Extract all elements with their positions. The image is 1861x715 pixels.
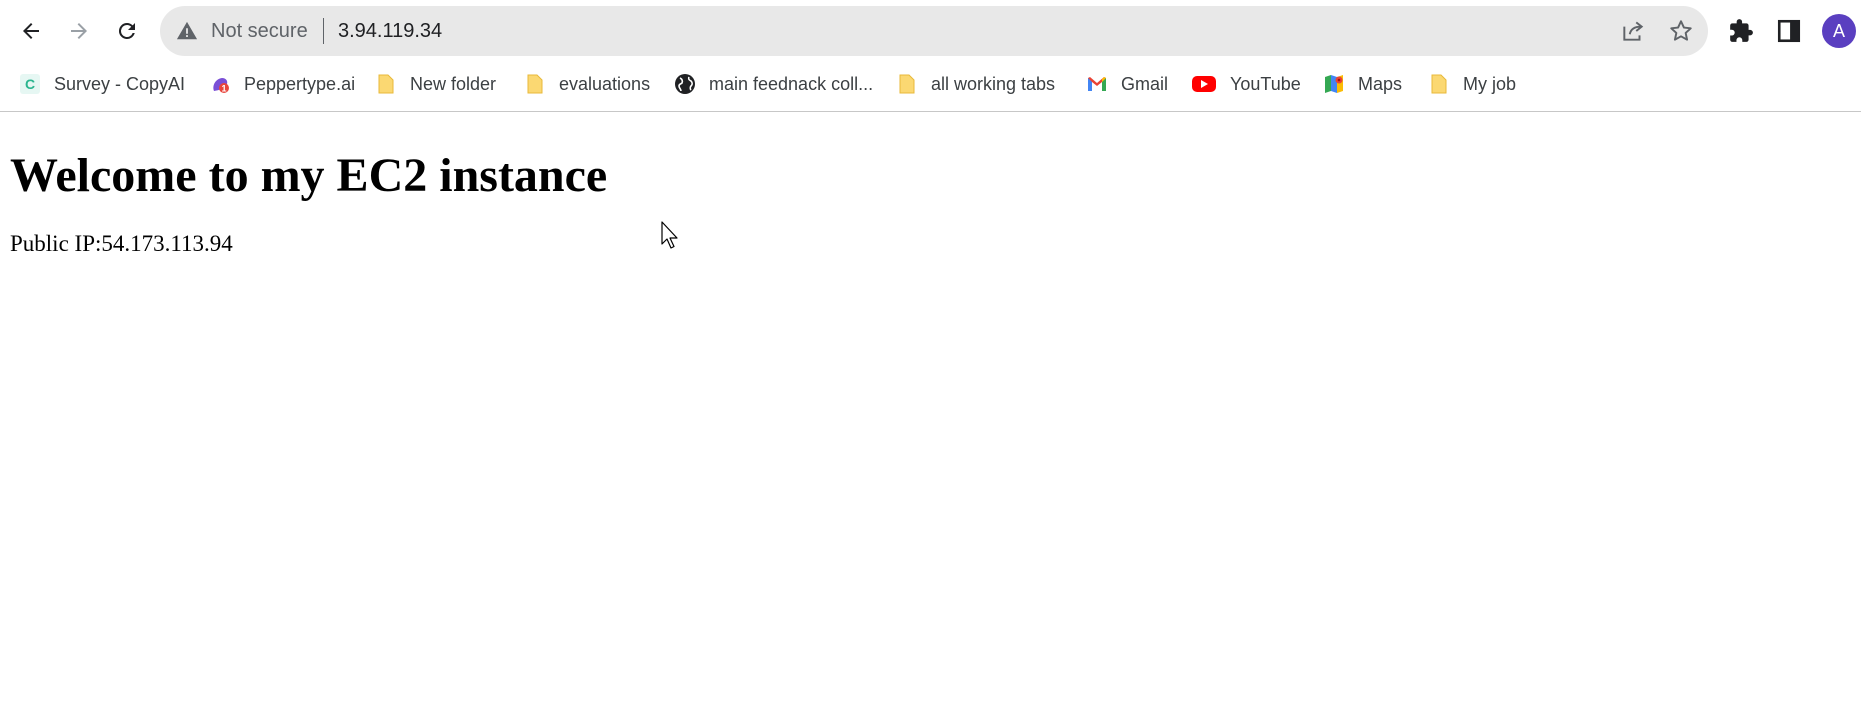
youtube-icon (1191, 73, 1217, 95)
browser-chrome: Not secure 3.94.119.34 A C Survey - Copy… (0, 0, 1861, 112)
bookmark-star-icon[interactable] (1668, 18, 1694, 44)
folder-icon (1428, 73, 1450, 95)
arrow-left-icon (23, 23, 39, 39)
bookmark-maps[interactable]: Maps (1323, 66, 1402, 102)
extensions-icon[interactable] (1728, 18, 1754, 44)
page-content: Welcome to my EC2 instance Public IP:54.… (0, 112, 1861, 715)
bookmark-label: evaluations (559, 73, 651, 94)
folder-icon (896, 73, 918, 95)
page-title: Welcome to my EC2 instance (10, 149, 608, 202)
security-label[interactable]: Not secure (211, 19, 308, 43)
globe-icon (674, 73, 696, 95)
browser-toolbar: Not secure 3.94.119.34 A (0, 0, 1861, 62)
mouse-cursor-icon (661, 221, 678, 249)
bookmarks-bar: C Survey - CopyAI 1 Peppertype.ai New fo… (0, 66, 1861, 102)
bookmark-label: New folder (410, 73, 497, 94)
public-ip-value: 54.173.113.94 (101, 231, 233, 256)
address-separator (323, 18, 324, 44)
bookmark-peppertype[interactable]: 1 Peppertype.ai (209, 66, 355, 102)
bookmark-survey-copyai[interactable]: C Survey - CopyAI (19, 66, 185, 102)
bookmark-gmail[interactable]: Gmail (1086, 66, 1168, 102)
gmail-icon (1086, 73, 1108, 95)
reload-icon (118, 22, 135, 39)
bookmark-my-job[interactable]: My job (1428, 66, 1516, 102)
copyai-icon: C (19, 73, 41, 95)
bookmark-new-folder[interactable]: New folder (375, 66, 496, 102)
bookmark-label: main feednack coll... (709, 73, 874, 94)
share-icon[interactable] (1620, 18, 1646, 44)
peppertype-icon: 1 (209, 73, 231, 95)
folder-icon (375, 73, 397, 95)
bookmark-all-working-tabs[interactable]: all working tabs (896, 66, 1055, 102)
public-ip-label: Public IP: (10, 231, 102, 256)
arrow-right-icon (71, 23, 87, 39)
bookmark-label: Maps (1358, 73, 1403, 94)
maps-icon (1323, 73, 1345, 95)
bookmark-label: Gmail (1121, 73, 1169, 94)
address-bar[interactable]: Not secure 3.94.119.34 (160, 6, 1708, 56)
bookmark-label: Peppertype.ai (244, 73, 356, 94)
bookmark-label: YouTube (1230, 73, 1301, 94)
forward-button[interactable] (59, 11, 99, 51)
svg-text:1: 1 (221, 84, 226, 94)
profile-avatar[interactable]: A (1822, 14, 1856, 48)
bookmark-label: Survey - CopyAI (54, 73, 186, 94)
bookmark-youtube[interactable]: YouTube (1191, 66, 1301, 102)
warning-icon[interactable] (176, 20, 198, 42)
reload-button[interactable] (107, 11, 147, 51)
bookmark-label: My job (1463, 73, 1517, 94)
public-ip-text: Public IP:54.173.113.94 (10, 230, 233, 258)
url-text[interactable]: 3.94.119.34 (338, 19, 442, 43)
bookmark-main-feedback[interactable]: main feednack coll... (674, 66, 873, 102)
bookmark-evaluations[interactable]: evaluations (524, 66, 650, 102)
back-button[interactable] (11, 11, 51, 51)
folder-icon (524, 73, 546, 95)
side-panel-icon[interactable] (1776, 18, 1802, 44)
bookmark-label: all working tabs (931, 73, 1056, 94)
svg-text:C: C (25, 76, 35, 92)
